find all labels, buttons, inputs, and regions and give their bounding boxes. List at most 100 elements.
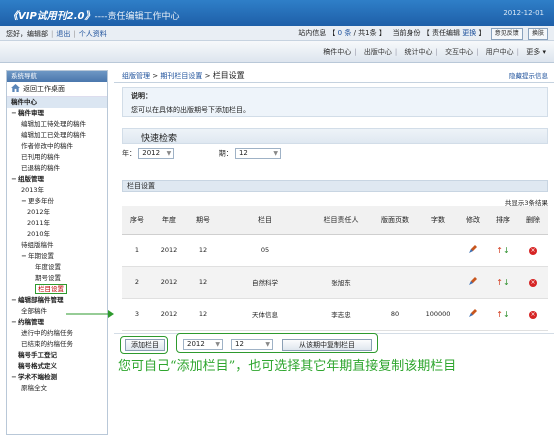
sidebar-item-label: 年期设置: [28, 252, 54, 260]
breadcrumb-current: 栏目设置: [212, 71, 245, 80]
cell-pages: 80: [372, 298, 418, 331]
cell-pages: [372, 266, 418, 299]
sidebar-item[interactable]: −稿件审理: [7, 108, 107, 119]
profile-link[interactable]: 个人资料: [79, 30, 107, 38]
tab-users[interactable]: 用户中心: [486, 47, 514, 57]
sidebar-item[interactable]: −学术不端检测: [7, 372, 107, 383]
collapse-icon[interactable]: −: [11, 317, 17, 328]
sidebar-item[interactable]: −年期设置: [7, 251, 107, 262]
cell-column: 天体信息: [220, 298, 310, 331]
add-column-button[interactable]: 添加栏目: [125, 339, 165, 351]
sidebar-item[interactable]: 作者修改中的稿件: [7, 141, 107, 152]
chevron-down-icon[interactable]: ▾: [542, 48, 546, 56]
cell-index: 2: [122, 266, 152, 299]
cell-index: 3: [122, 298, 152, 331]
sidebar-item[interactable]: 2012年: [7, 207, 107, 218]
delete-icon[interactable]: ×: [529, 246, 537, 255]
user-bar: 您好，编辑部 | 退出 | 个人资料 站内信息 【 0 条 / 共1条 】 当前身份 【…: [0, 26, 554, 41]
cell-words: [418, 234, 458, 267]
app-header: 《VIP试用刊2.0》----责任编辑工作中心 2012-12-01: [0, 0, 554, 26]
collapse-icon[interactable]: −: [11, 372, 17, 383]
year-select[interactable]: 2012 ▼: [138, 148, 175, 159]
cell-year: 2012: [152, 266, 186, 299]
sidebar-item[interactable]: −更多年份: [7, 196, 107, 207]
sidebar-item-label: 期号设置: [35, 274, 61, 282]
copy-year-value: 2012: [187, 340, 205, 348]
delete-icon[interactable]: ×: [529, 310, 537, 319]
column-section-title: 栏目设置: [122, 180, 548, 192]
tab-publishing[interactable]: 出版中心: [364, 47, 392, 57]
callout-arrow-icon: [66, 310, 114, 318]
issue-select[interactable]: 12 ▼: [234, 148, 281, 159]
breadcrumb: 组版管理 > 期刊栏目设置 > 栏目设置: [122, 70, 245, 81]
sidebar-item[interactable]: 2010年: [7, 229, 107, 240]
inbox-total: / 共1条: [353, 29, 377, 37]
sort-icon[interactable]: ↑↓: [496, 278, 509, 287]
sidebar-item[interactable]: 待组版稿件: [7, 240, 107, 251]
tab-interaction[interactable]: 交互中心: [445, 47, 473, 57]
collapse-icon[interactable]: −: [21, 196, 27, 207]
inbox-prefix: 站内信息 【: [298, 29, 336, 37]
logout-link[interactable]: 退出: [56, 30, 70, 38]
sidebar-item-label: 已退稿的稿件: [21, 164, 60, 172]
collapse-icon[interactable]: −: [11, 108, 17, 119]
sidebar-item-label: 进行中的约稿任务: [21, 329, 73, 337]
sidebar-item[interactable]: 编辑加工待处理的稿件: [7, 119, 107, 130]
sidebar-item[interactable]: 进行中的约稿任务: [7, 328, 107, 339]
edit-icon[interactable]: [469, 245, 477, 253]
sort-icon[interactable]: ↑↓: [496, 310, 509, 319]
sort-icon[interactable]: ↑↓: [496, 246, 509, 255]
cell-issue: 12: [186, 298, 220, 331]
sidebar-item[interactable]: 栏目设置: [7, 284, 107, 295]
sidebar-item-label: 2011年: [27, 219, 51, 227]
col-header-pages: 版面页数: [372, 206, 418, 235]
copy-year-select[interactable]: 2012 ▼: [183, 339, 223, 350]
inbox-new-count[interactable]: 0 条: [338, 29, 352, 37]
sidebar-item-label: 2010年: [27, 230, 51, 238]
sidebar-item[interactable]: 已刊用的稿件: [7, 152, 107, 163]
table-row: 2 2012 12 自然科学 张旭东 ↑↓ ×: [122, 266, 548, 299]
breadcrumb-column-setting[interactable]: 期刊栏目设置: [160, 72, 202, 80]
sidebar-item[interactable]: 稿号手工登记: [7, 350, 107, 361]
col-header-issue: 期号: [186, 206, 220, 235]
year-label: 年：: [122, 149, 136, 158]
collapse-icon[interactable]: −: [11, 174, 17, 185]
hide-tip-link[interactable]: 隐藏提示信息: [509, 70, 548, 80]
sidebar-item[interactable]: 年度设置: [7, 262, 107, 273]
copy-issue-select[interactable]: 12 ▼: [231, 339, 273, 350]
sidebar-item[interactable]: 已退稿的稿件: [7, 163, 107, 174]
sidebar-item[interactable]: 期号设置: [7, 273, 107, 284]
collapse-icon[interactable]: −: [11, 295, 17, 306]
sidebar-item[interactable]: 稿号格式定义: [7, 361, 107, 372]
collapse-icon[interactable]: −: [21, 251, 27, 262]
edit-icon[interactable]: [469, 277, 477, 285]
cell-year: 2012: [152, 298, 186, 331]
copy-column-button[interactable]: 从该期中复制栏目: [282, 339, 372, 351]
sidebar-item[interactable]: 已结束的约稿任务: [7, 339, 107, 350]
cell-editor: 张旭东: [310, 266, 372, 299]
inbox-suffix: 】: [378, 29, 386, 37]
sidebar-item[interactable]: 2013年: [7, 185, 107, 196]
sidebar-item[interactable]: 原稿全文: [7, 383, 107, 394]
skin-switch-button[interactable]: 换肤: [527, 28, 548, 40]
sidebar-home-link[interactable]: 返回工作桌面: [7, 82, 107, 97]
edit-icon[interactable]: [469, 309, 477, 317]
chevron-down-icon: ▼: [215, 341, 220, 348]
tab-statistics[interactable]: 统计中心: [404, 47, 432, 57]
delete-icon[interactable]: ×: [529, 278, 537, 287]
feedback-button[interactable]: 意见反馈: [490, 28, 523, 40]
tab-manuscript[interactable]: 稿件中心: [323, 47, 351, 57]
table-header-row: 序号 年度 期号 栏目 栏目责任人 版面页数 字数 修改 排序 删除: [122, 206, 548, 235]
breadcrumb-layout[interactable]: 组版管理: [122, 72, 150, 80]
sidebar-item[interactable]: −编辑部稿件管理: [7, 295, 107, 306]
tab-more[interactable]: 更多: [526, 47, 540, 57]
sidebar-item[interactable]: −组版管理: [7, 174, 107, 185]
identity-switch-link[interactable]: 更换: [462, 29, 476, 37]
sidebar-item-label: 2012年: [27, 208, 51, 216]
sidebar-item[interactable]: 2011年: [7, 218, 107, 229]
cell-editor: [310, 234, 372, 267]
journal-name: 《VIP试用刊2.0》: [8, 11, 95, 22]
quick-search-title: 快速检索: [141, 134, 178, 144]
sidebar-home-label: 返回工作桌面: [23, 85, 65, 93]
sidebar-item[interactable]: 编辑加工已处理的稿件: [7, 130, 107, 141]
